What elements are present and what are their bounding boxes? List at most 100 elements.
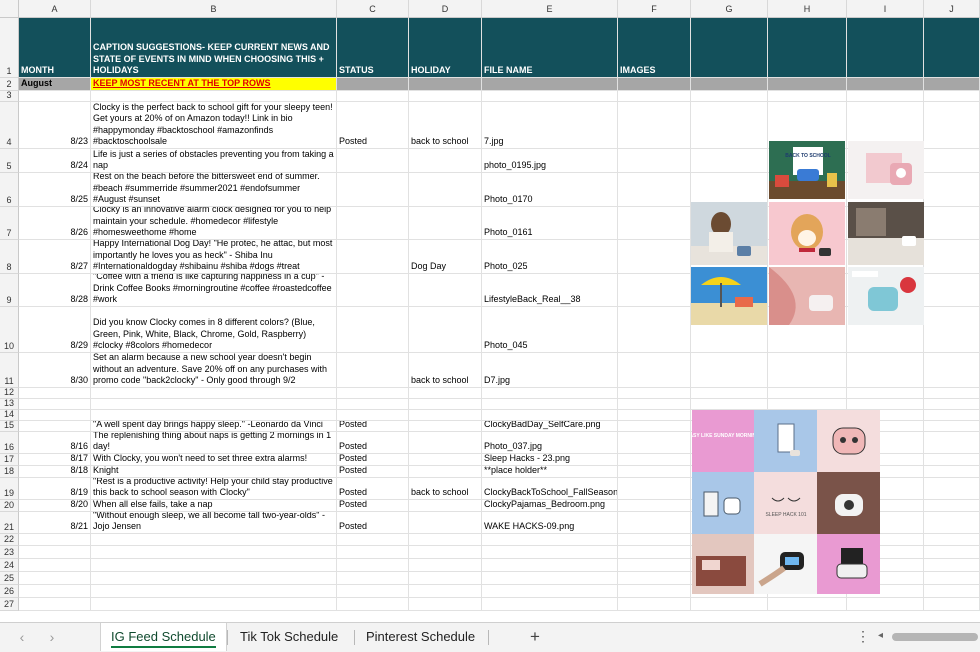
date-cell[interactable] xyxy=(19,598,91,611)
image-easy-sunday[interactable]: EASY LIKE SUNDAY MORNING xyxy=(692,410,754,472)
date-cell[interactable]: 8/29 xyxy=(19,307,91,353)
date-cell[interactable] xyxy=(19,534,91,546)
caption-cell[interactable]: Clocky is an innovative alarm clock desi… xyxy=(91,207,337,240)
empty-cell[interactable] xyxy=(924,500,980,512)
holiday-cell[interactable]: back to school xyxy=(409,353,482,388)
holiday-cell[interactable] xyxy=(409,388,482,399)
status-cell[interactable] xyxy=(337,534,409,546)
caption-cell[interactable]: "A well spent day brings happy sleep." -… xyxy=(91,421,337,432)
empty-cell[interactable] xyxy=(924,559,980,572)
date-cell[interactable] xyxy=(19,388,91,399)
date-cell[interactable]: 8/19 xyxy=(19,478,91,500)
holiday-cell[interactable] xyxy=(409,454,482,466)
select-all-corner[interactable] xyxy=(0,0,19,18)
empty-cell[interactable] xyxy=(768,353,847,388)
holiday-cell[interactable] xyxy=(409,572,482,585)
date-cell[interactable] xyxy=(19,399,91,410)
date-cell[interactable]: 8/17 xyxy=(19,454,91,466)
status-cell[interactable]: Posted xyxy=(337,478,409,500)
column-header-i[interactable]: I xyxy=(847,0,924,18)
empty-cell[interactable] xyxy=(691,91,768,102)
empty-cell[interactable] xyxy=(924,546,980,559)
empty-cell[interactable] xyxy=(618,466,691,478)
empty-cell[interactable] xyxy=(618,512,691,534)
date-cell[interactable] xyxy=(19,559,91,572)
file-name-cell[interactable]: Photo_045 xyxy=(482,307,618,353)
status-cell[interactable]: Posted xyxy=(337,432,409,454)
row-header[interactable]: 21 xyxy=(0,512,19,534)
header-images[interactable]: IMAGES xyxy=(618,18,691,78)
holiday-cell[interactable] xyxy=(409,410,482,421)
caption-cell[interactable] xyxy=(91,388,337,399)
column-header-g[interactable]: G xyxy=(691,0,768,18)
column-header-d[interactable]: D xyxy=(409,0,482,18)
file-name-cell[interactable] xyxy=(482,585,618,598)
file-name-cell[interactable]: Photo_037.jpg xyxy=(482,432,618,454)
empty-cell[interactable] xyxy=(924,585,980,598)
date-cell[interactable]: 8/30 xyxy=(19,353,91,388)
empty-cell[interactable] xyxy=(768,399,847,410)
date-cell[interactable]: 8/20 xyxy=(19,500,91,512)
header-status[interactable]: STATUS xyxy=(337,18,409,78)
date-cell[interactable] xyxy=(19,421,91,432)
caption-cell[interactable] xyxy=(91,559,337,572)
row-header[interactable]: 11 xyxy=(0,353,19,388)
empty-cell[interactable] xyxy=(924,598,980,611)
row-header[interactable]: 8 xyxy=(0,240,19,274)
row-header[interactable]: 24 xyxy=(0,559,19,572)
status-cell[interactable] xyxy=(337,546,409,559)
caption-cell[interactable]: Did you know Clocky comes in 8 different… xyxy=(91,307,337,353)
caption-cell[interactable]: When all else fails, take a nap xyxy=(91,500,337,512)
empty-cell[interactable] xyxy=(618,388,691,399)
empty-cell[interactable] xyxy=(691,399,768,410)
empty-cell[interactable] xyxy=(847,91,924,102)
row-header[interactable]: 1 xyxy=(0,18,19,78)
caption-cell[interactable]: Rest on the beach before the bittersweet… xyxy=(91,173,337,207)
column-header-f[interactable]: F xyxy=(618,0,691,18)
status-cell[interactable] xyxy=(337,307,409,353)
empty-cell[interactable] xyxy=(924,572,980,585)
empty-cell[interactable] xyxy=(924,307,980,353)
empty-cell[interactable] xyxy=(618,478,691,500)
horizontal-scrollbar[interactable] xyxy=(892,633,978,641)
empty-cell[interactable] xyxy=(924,91,980,102)
holiday-cell[interactable] xyxy=(409,546,482,559)
row-header[interactable]: 26 xyxy=(0,585,19,598)
file-name-cell[interactable] xyxy=(482,572,618,585)
empty-cell[interactable] xyxy=(924,207,980,240)
status-cell[interactable]: Posted xyxy=(337,102,409,149)
empty-cell[interactable] xyxy=(618,399,691,410)
caption-cell[interactable] xyxy=(91,546,337,559)
holiday-cell[interactable] xyxy=(409,207,482,240)
row-header[interactable]: 3 xyxy=(0,90,19,102)
empty-cell[interactable] xyxy=(618,500,691,512)
file-name-cell[interactable]: Photo_0170 xyxy=(482,173,618,207)
empty-cell[interactable] xyxy=(618,173,691,207)
empty-cell[interactable] xyxy=(847,388,924,399)
header-file-name[interactable]: FILE NAME xyxy=(482,18,618,78)
empty-cell[interactable] xyxy=(924,274,980,307)
holiday-cell[interactable] xyxy=(409,399,482,410)
empty-cell[interactable] xyxy=(924,149,980,173)
image-hand-clocky[interactable] xyxy=(754,534,817,594)
file-name-cell[interactable]: Photo_0161 xyxy=(482,207,618,240)
next-sheet-icon[interactable]: › xyxy=(44,629,60,645)
empty-cell[interactable] xyxy=(924,399,980,410)
empty-cell[interactable] xyxy=(618,432,691,454)
empty-cell[interactable] xyxy=(924,102,980,149)
date-cell[interactable]: 8/23 xyxy=(19,102,91,149)
empty-cell[interactable] xyxy=(768,598,847,611)
row-header[interactable]: 25 xyxy=(0,572,19,585)
caption-cell[interactable] xyxy=(91,598,337,611)
holiday-cell[interactable] xyxy=(409,559,482,572)
row-header[interactable]: 6 xyxy=(0,173,19,207)
date-cell[interactable]: 8/26 xyxy=(19,207,91,240)
status-cell[interactable] xyxy=(337,572,409,585)
row-header[interactable]: 9 xyxy=(0,274,19,307)
caption-cell[interactable]: "Without enough sleep, we all become tal… xyxy=(91,512,337,534)
column-header-h[interactable]: H xyxy=(768,0,847,18)
image-shiba-dog[interactable] xyxy=(769,202,845,265)
status-cell[interactable] xyxy=(337,173,409,207)
empty-cell[interactable] xyxy=(618,546,691,559)
file-name-cell[interactable]: Sleep Hacks - 23.png xyxy=(482,454,618,466)
